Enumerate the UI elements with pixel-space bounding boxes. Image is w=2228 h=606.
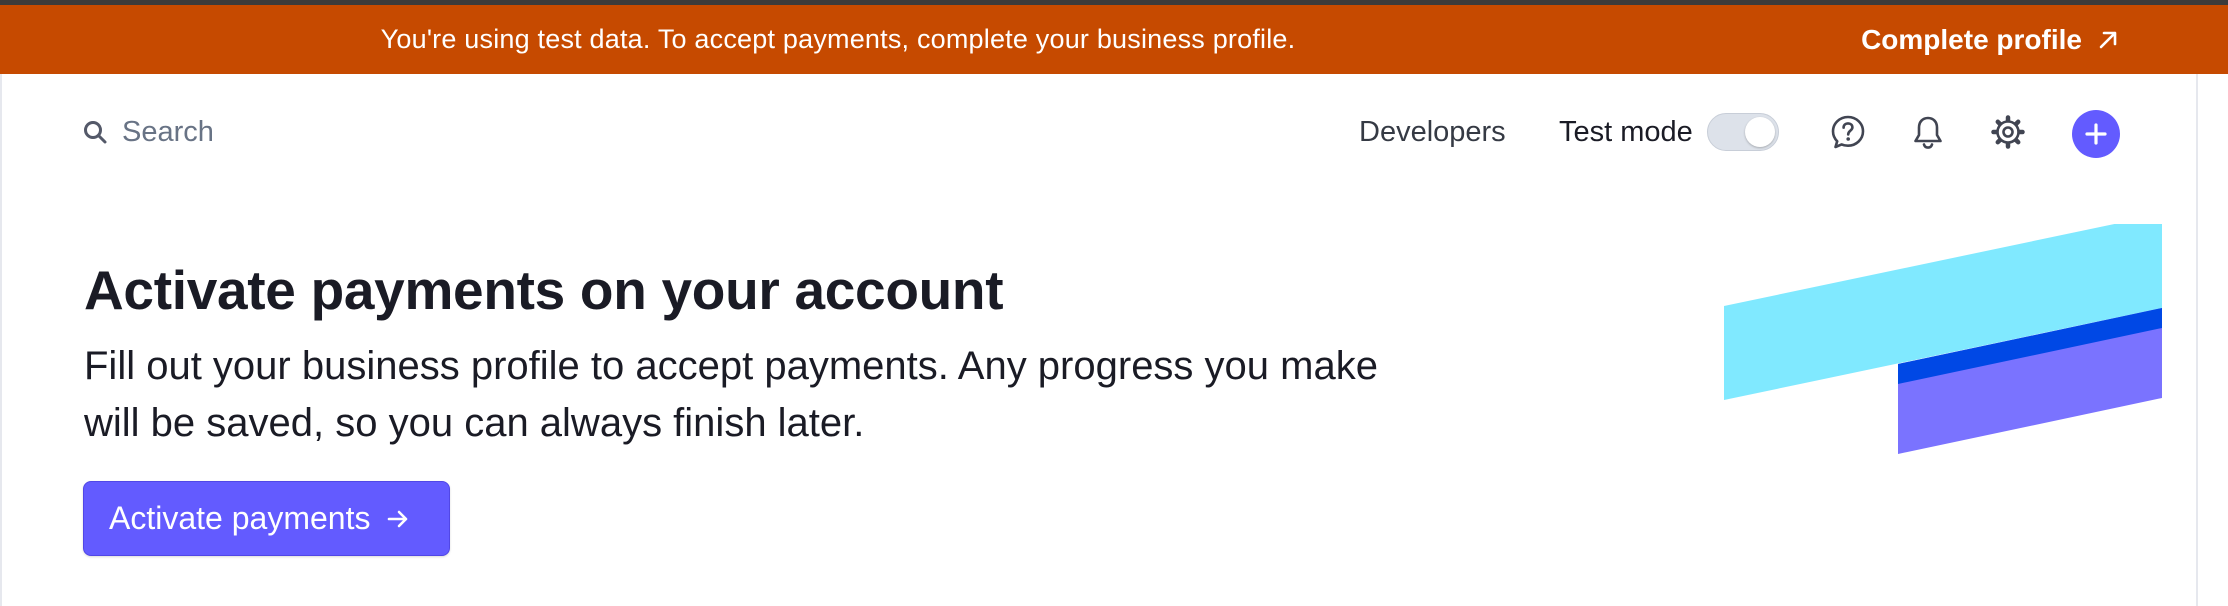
help-button[interactable] [1828, 112, 1868, 152]
top-header: Developers Test mode [2, 74, 2196, 194]
arrow-right-icon [388, 510, 408, 527]
dashboard-page: Developers Test mode [0, 74, 2198, 606]
notifications-button[interactable] [1908, 112, 1948, 152]
developers-link[interactable]: Developers [1359, 112, 1506, 152]
toggle-knob [1744, 117, 1775, 147]
activate-payments-label: Activate payments [109, 500, 371, 536]
arrow-up-right-icon [2099, 31, 2117, 48]
bell-icon [1914, 116, 1942, 149]
create-new-button[interactable] [2072, 110, 2120, 158]
search-icon [84, 121, 107, 144]
complete-profile-label: Complete profile [1861, 23, 2082, 55]
search-input[interactable] [122, 115, 422, 149]
test-data-banner: You're using test data. To accept paymen… [0, 5, 2228, 74]
activate-payments-title: Activate payments on your account [84, 259, 1004, 321]
gear-icon [1991, 115, 2025, 149]
search-box[interactable] [82, 112, 422, 152]
banner-message: You're using test data. To accept paymen… [380, 24, 1296, 54]
complete-profile-link[interactable]: Complete profile [1861, 5, 2120, 74]
payments-illustration [1724, 224, 2162, 454]
help-icon [1831, 115, 1865, 149]
test-mode-toggle[interactable] [1706, 113, 1779, 151]
activate-payments-description: Fill out your business profile to accept… [84, 344, 1378, 445]
settings-button[interactable] [1988, 112, 2028, 152]
test-mode-label: Test mode [1559, 116, 1693, 148]
test-mode-control: Test mode [1559, 112, 1779, 152]
activate-payments-button[interactable]: Activate payments [83, 481, 450, 556]
plus-icon [2085, 123, 2107, 145]
